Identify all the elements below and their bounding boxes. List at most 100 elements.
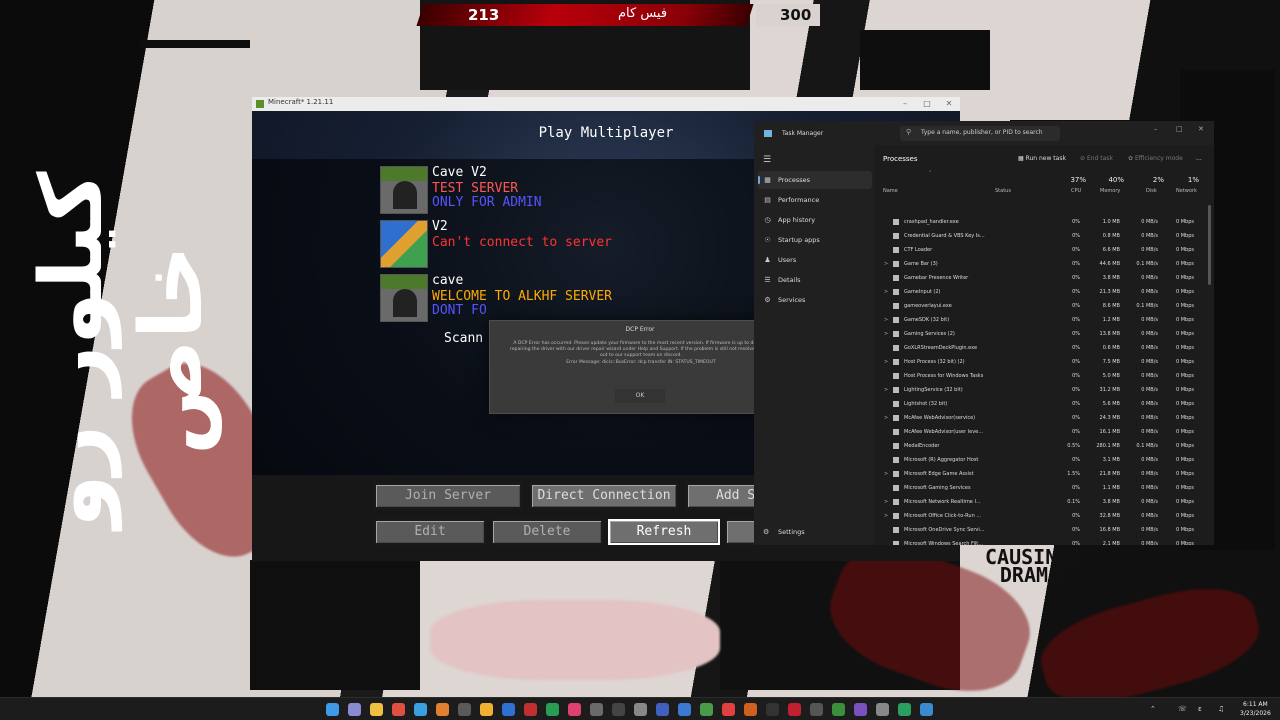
minecraft-titlebar[interactable]: Minecraft* 1.21.11 – □ ✕ (252, 97, 960, 111)
direct-connection-button[interactable]: Direct Connection (530, 483, 678, 509)
app-icon[interactable] (810, 703, 823, 716)
process-row[interactable]: GoXLRStreamDeckPlugin.exe 0% 0.6 MB 0 MB/s 0… (874, 341, 1214, 355)
chat-icon[interactable] (348, 703, 361, 716)
server-entry[interactable]: V2 Can't connect to server (380, 219, 680, 270)
app-icon[interactable] (766, 703, 779, 716)
task-manager-titlebar[interactable]: Task Manager ⚲ Type a name, publisher, o… (754, 121, 1214, 145)
expand-chevron-icon[interactable]: > (884, 285, 890, 299)
nav-item-performance[interactable]: ▤ Performance (758, 191, 872, 209)
nav-item-processes[interactable]: ▦ Processes (758, 171, 872, 189)
shield-icon[interactable] (656, 703, 669, 716)
tray-chevron-icon[interactable]: ⌃ (1150, 705, 1156, 713)
process-row[interactable]: > Game Bar (3) 0% 44.6 MB 0.1 MB/s 0 Mbps (874, 257, 1214, 271)
acrobat-icon[interactable] (788, 703, 801, 716)
column-cpu[interactable]: CPU (1071, 188, 1081, 194)
process-row[interactable]: Microsoft (R) Aggregator Host 0% 3.1 MB 0 M… (874, 453, 1214, 467)
process-row[interactable]: Gamebar Presence Writer 0% 3.8 MB 0 MB/s 0 M… (874, 271, 1214, 285)
process-row[interactable]: Microsoft OneDrive Sync Servi... 0% 16.8 M… (874, 523, 1214, 537)
minecraft-icon[interactable] (898, 703, 911, 716)
column-network[interactable]: Network (1176, 188, 1197, 194)
minecraft-launcher-icon[interactable] (546, 703, 559, 716)
java-icon[interactable] (524, 703, 537, 716)
app-icon[interactable] (876, 703, 889, 716)
process-row[interactable]: > McAfee WebAdvisor(service) 0% 24.3 MB 0 MB… (874, 411, 1214, 425)
column-disk[interactable]: Disk (1146, 188, 1157, 194)
delete-button[interactable]: Delete (491, 519, 603, 545)
process-row[interactable]: > Microsoft Office Click-to-Run ... 0% 32.8… (874, 509, 1214, 523)
terminal-icon[interactable] (458, 703, 471, 716)
close-icon[interactable]: ✕ (1198, 125, 1204, 133)
expand-chevron-icon[interactable]: > (884, 509, 890, 523)
join-server-button[interactable]: Join Server (374, 483, 522, 509)
expand-chevron-icon[interactable]: > (884, 257, 890, 271)
process-row[interactable]: Host Process for Windows Tasks 0% 5.0 MB 0 … (874, 369, 1214, 383)
edit-button[interactable]: Edit (374, 519, 486, 545)
server-entry[interactable]: Cave V2 TEST SERVER ONLY FOR ADMIN (380, 165, 680, 216)
process-row[interactable]: CTF Loader 0% 6.6 MB 0 MB/s 0 Mbps (874, 243, 1214, 257)
column-name[interactable]: Name (883, 188, 898, 194)
column-memory[interactable]: Memory (1100, 188, 1120, 194)
nav-item-users[interactable]: ♟ Users (758, 251, 872, 269)
maximize-icon[interactable]: □ (1176, 125, 1183, 133)
process-row[interactable]: McAfee WebAdvisor(user leve... 0% 16.1 MB 0… (874, 425, 1214, 439)
minimize-icon[interactable]: – (1154, 125, 1158, 133)
process-row[interactable]: MedalEncoder 0.5% 280.1 MB 0.1 MB/s 0 Mbps (874, 439, 1214, 453)
process-row[interactable]: Lightshot (32 bit) 0% 5.6 MB 0 MB/s 0 Mbps (874, 397, 1214, 411)
folder-icon[interactable] (370, 703, 383, 716)
refresh-button[interactable]: Refresh (608, 519, 720, 545)
nav-item-settings[interactable]: ⚙ Settings (758, 523, 868, 541)
obs-icon[interactable] (634, 703, 647, 716)
clock[interactable]: 6:11 AM 3/23/2026 (1240, 700, 1271, 718)
keyboard-language-icon[interactable]: ε (1198, 705, 1202, 713)
efficiency-mode-button[interactable]: ✿ Efficiency mode (1128, 155, 1183, 162)
brave-icon[interactable] (414, 703, 427, 716)
expand-chevron-icon[interactable]: > (884, 467, 890, 481)
more-options-button[interactable]: ... (1196, 155, 1202, 162)
process-row[interactable]: > Gaming Services (2) 0% 13.8 MB 0 MB/s 0 Mbp… (874, 327, 1214, 341)
start-icon[interactable] (326, 703, 339, 716)
server-entry[interactable]: cave WELCOME TO ALKHF SERVER DONT FO (380, 273, 680, 324)
app-icon[interactable] (590, 703, 603, 716)
process-scrollbar[interactable] (1208, 205, 1211, 285)
process-row[interactable]: > Microsoft Edge Game Assist 1.5% 21.8 MB 0 … (874, 467, 1214, 481)
excel-icon[interactable] (832, 703, 845, 716)
process-row[interactable]: crashpad_handler.exe 0% 1.0 MB 0 MB/s 0 Mbps (874, 215, 1214, 229)
process-row[interactable]: Microsoft Gaming Services 0% 1.1 MB 0 MB/s 0… (874, 481, 1214, 495)
file-explorer-icon[interactable] (480, 703, 493, 716)
minimize-icon[interactable]: – (894, 97, 916, 111)
process-row[interactable]: > Microsoft Network Realtime I... 0.1% 3.8 … (874, 495, 1214, 509)
network-icon[interactable]: ☏ (1178, 705, 1187, 713)
nav-item-startup-apps[interactable]: ☉ Startup apps (758, 231, 872, 249)
process-row[interactable]: Credential Guard & VBS Key Is... 0% 0.8 MB… (874, 229, 1214, 243)
end-task-button[interactable]: ⊘ End task (1080, 155, 1113, 162)
app-icon[interactable] (700, 703, 713, 716)
obs-icon[interactable] (612, 703, 625, 716)
process-row[interactable]: gameoverlayui.exe 0% 8.6 MB 0.1 MB/s 0 Mbps (874, 299, 1214, 313)
maximize-icon[interactable]: □ (916, 97, 938, 111)
expand-chevron-icon[interactable]: > (884, 355, 890, 369)
process-row[interactable]: Microsoft Windows Search Filt... 0% 2.1 MB… (874, 537, 1214, 545)
process-row[interactable]: > Host Process (32 bit) (2) 0% 7.5 MB 0 MB/s… (874, 355, 1214, 369)
task-manager-icon[interactable] (920, 703, 933, 716)
nav-item-details[interactable]: ☰ Details (758, 271, 872, 289)
expand-chevron-icon[interactable]: > (884, 313, 890, 327)
nav-item-services[interactable]: ⚙ Services (758, 291, 872, 309)
youtube-icon[interactable] (722, 703, 735, 716)
chrome-icon[interactable] (392, 703, 405, 716)
process-row[interactable]: > LightingService (32 bit) 0% 31.2 MB 0 MB/s… (874, 383, 1214, 397)
process-row[interactable]: > GameSDK (32 bit) 0% 1.2 MB 0 MB/s 0 Mbps (874, 313, 1214, 327)
steam-icon[interactable] (502, 703, 515, 716)
tiktok-icon[interactable] (568, 703, 581, 716)
close-icon[interactable]: ✕ (938, 97, 960, 111)
expand-chevron-icon[interactable]: > (884, 327, 890, 341)
process-search-input[interactable]: ⚲ Type a name, publisher, or PID to sear… (900, 126, 1060, 141)
expand-chevron-icon[interactable]: > (884, 383, 890, 397)
expand-chevron-icon[interactable]: > (884, 411, 890, 425)
column-status[interactable]: Status (995, 188, 1011, 194)
twitch-icon[interactable] (854, 703, 867, 716)
process-row[interactable]: > GameInput (2) 0% 21.3 MB 0 MB/s 0 Mbps (874, 285, 1214, 299)
firefox-icon[interactable] (744, 703, 757, 716)
security-icon[interactable] (678, 703, 691, 716)
run-new-task-button[interactable]: ▦ Run new task (1018, 155, 1066, 162)
hamburger-menu-icon[interactable]: ☰ (763, 155, 771, 165)
